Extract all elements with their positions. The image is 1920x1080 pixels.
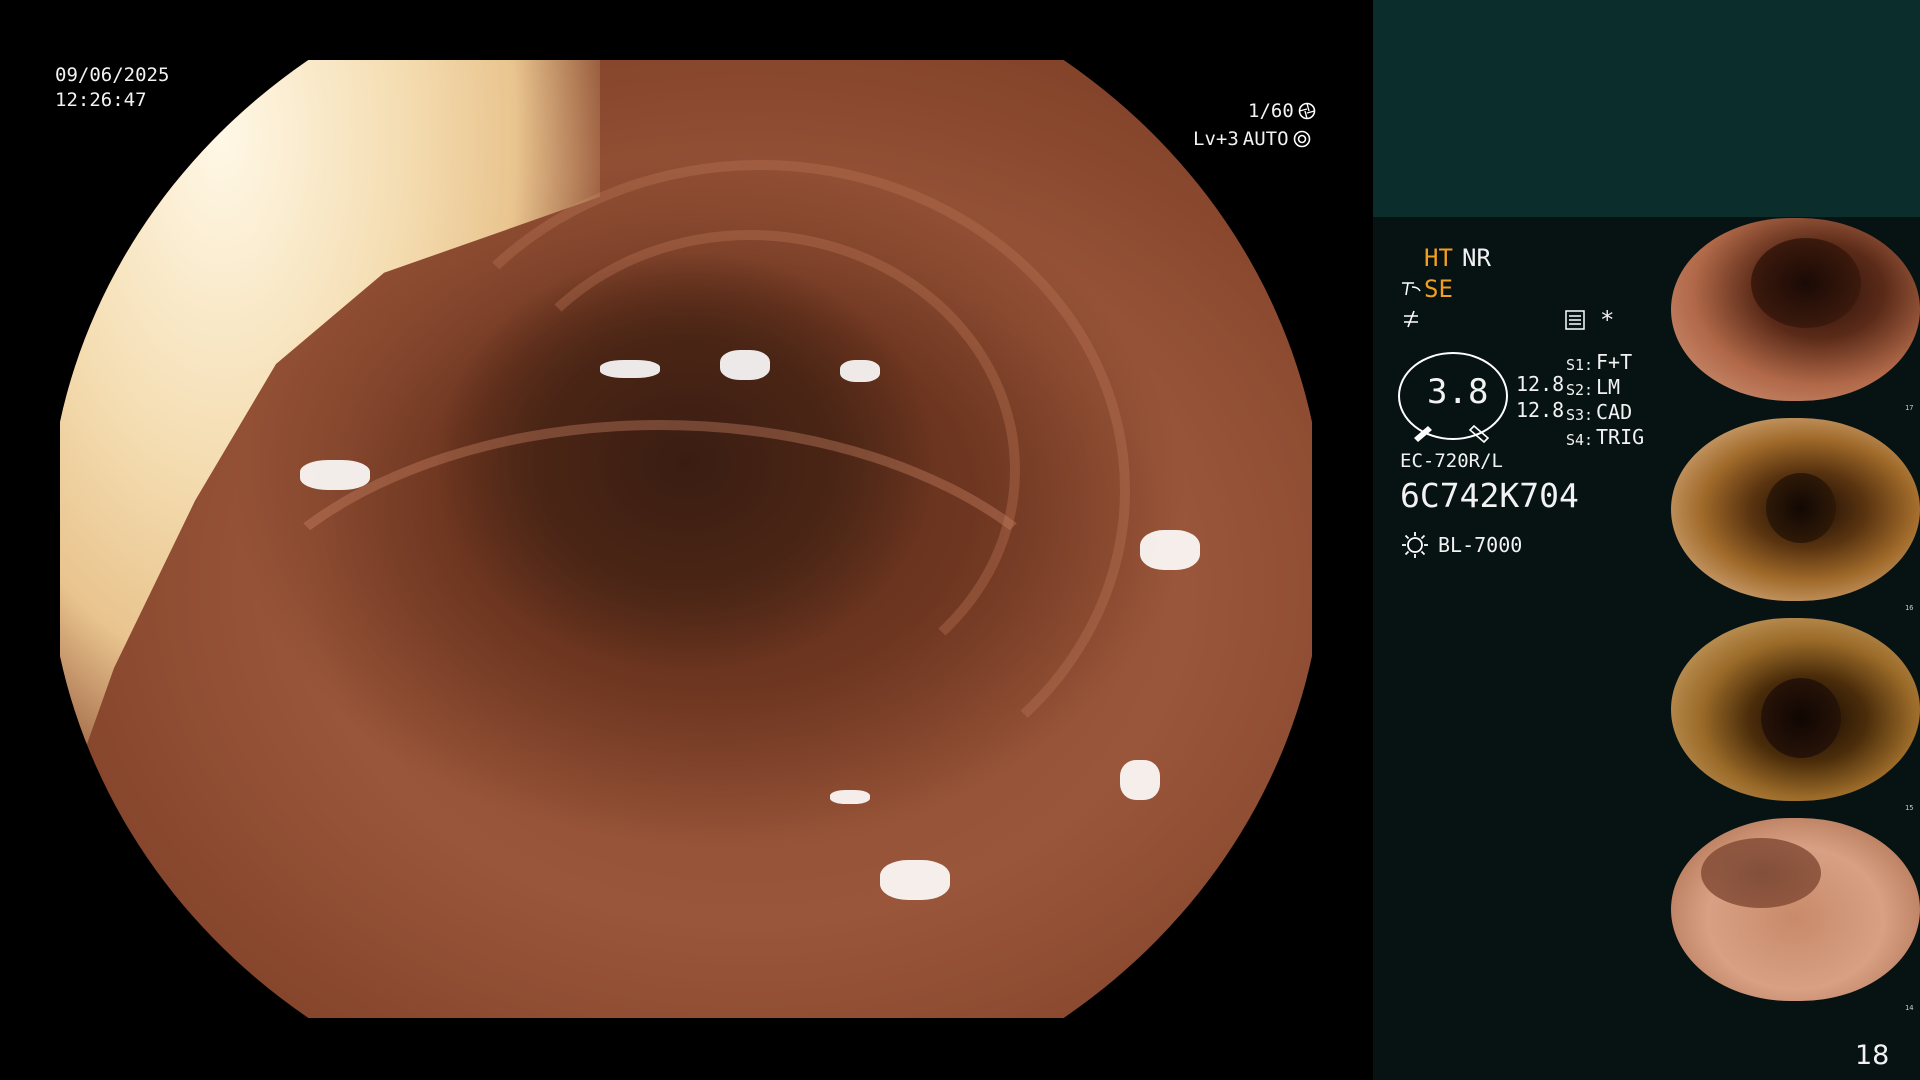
thumbnail-index: 15: [1905, 804, 1914, 812]
time-label: 12:26:47: [55, 89, 147, 111]
shutter-readout: 1/60: [1248, 100, 1316, 122]
capture-thumbnail[interactable]: 6C742K704: [1671, 618, 1920, 801]
s2-key: S2:: [1566, 381, 1594, 399]
specular-highlight: [1140, 530, 1200, 570]
s1-value: F+T: [1596, 350, 1633, 374]
lamp-icon: [1402, 532, 1428, 558]
s3-key: S3:: [1566, 406, 1594, 424]
specular-highlight: [840, 360, 880, 382]
capture-thumbnail[interactable]: 6C742K704: [1671, 218, 1920, 401]
thumbnail-serial: 6C742K704: [1673, 592, 1711, 600]
specular-highlight: [600, 360, 660, 378]
auto-exposure-icon: [1293, 130, 1310, 148]
level-value: Lv+3: [1193, 128, 1239, 150]
reading-1: 12.8: [1516, 372, 1565, 396]
scope-model: EC-720R/L: [1400, 450, 1503, 472]
capture-thumbnail[interactable]: 6C742K704: [1671, 418, 1920, 601]
shutter-value: 1/60: [1248, 100, 1294, 122]
specular-highlight: [1120, 760, 1160, 800]
ht-indicator: HT: [1424, 244, 1453, 272]
nr-indicator: NR: [1462, 244, 1491, 272]
mucosal-fold: [200, 420, 1120, 980]
enhance-icon: [1402, 282, 1421, 296]
asterisk-indicator: *: [1600, 306, 1615, 334]
s1-key: S1:: [1566, 356, 1594, 374]
thumbnail-index: 17: [1905, 404, 1914, 412]
page-number: 18: [1855, 1040, 1890, 1071]
reading-2: 12.8: [1516, 398, 1565, 422]
lumen: [1761, 678, 1841, 758]
gauge-marker: [1414, 424, 1490, 444]
filter-icon: [1404, 310, 1418, 328]
light-source: BL-7000: [1438, 533, 1523, 557]
panel-header: [1373, 0, 1920, 217]
exposure-mode: AUTO: [1242, 128, 1289, 150]
thumbnail-serial: 6C742K704: [1673, 392, 1711, 400]
thumbnail-index: 14: [1905, 1004, 1914, 1012]
specular-highlight: [830, 790, 870, 804]
lumen: [1701, 838, 1821, 908]
gauge-value: 3.8: [1427, 372, 1489, 412]
shutter-icon: [1298, 102, 1316, 120]
s4-key: S4:: [1566, 431, 1594, 449]
level-readout: Lv+3 AUTO: [1193, 128, 1311, 150]
s2-value: LM: [1596, 375, 1621, 399]
specular-highlight: [880, 860, 950, 900]
thumbnail-serial: 6C742K704: [1673, 792, 1711, 800]
date-label: 09/06/2025: [55, 64, 170, 86]
thumbnail-serial: 6C742K704: [1673, 992, 1711, 1000]
scope-serial: 6C742K704: [1400, 476, 1579, 515]
lumen: [1751, 238, 1861, 328]
thumbnail-index: 16: [1905, 604, 1914, 612]
menu-icon: [1565, 310, 1585, 330]
endoscope-view: [60, 60, 1312, 1018]
s4-value: TRIG: [1596, 425, 1645, 449]
specular-highlight: [300, 460, 370, 490]
capture-thumbnail[interactable]: 6C742K704: [1671, 818, 1920, 1001]
s3-value: CAD: [1596, 400, 1633, 424]
lumen: [1766, 473, 1836, 543]
specular-highlight: [720, 350, 770, 380]
se-indicator: SE: [1424, 275, 1453, 303]
